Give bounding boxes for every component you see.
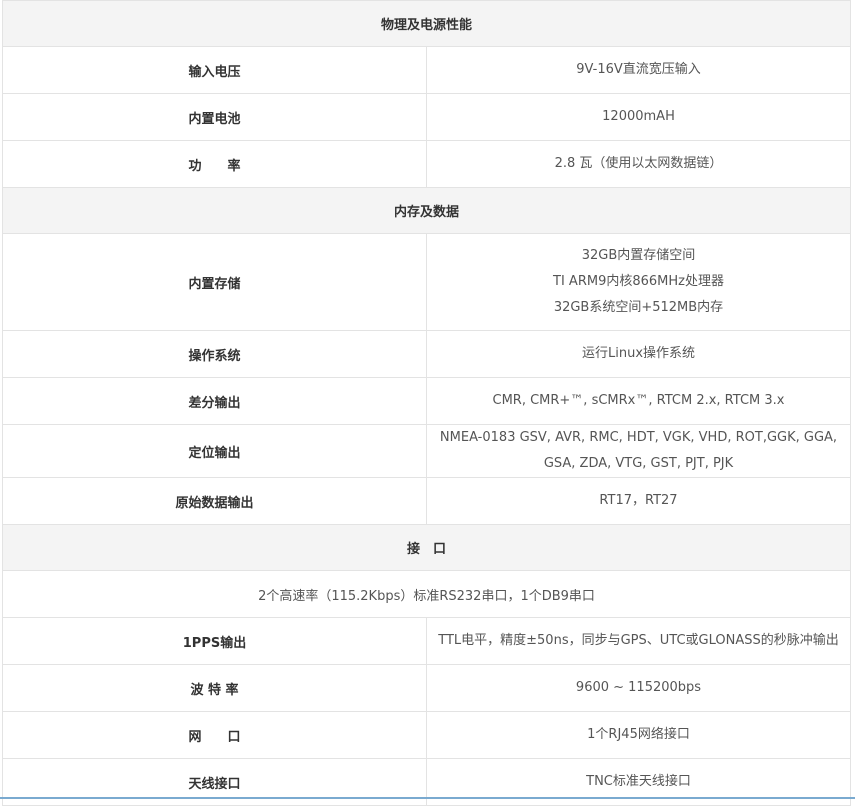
row-value-battery: 12000mAH [426, 93, 851, 141]
section-memory-data: 内存及数据 [2, 187, 851, 234]
storage-line: TI ARM9内核866MHz处理器 [553, 274, 724, 289]
storage-line: 32GB内置存储空间 [581, 248, 696, 263]
row-value-power: 2.8 瓦（使用以太网数据链） [426, 140, 851, 188]
row-label-os: 操作系统 [2, 330, 427, 378]
table-row: 输入电压 9V-16V直流宽压输入 [2, 46, 851, 94]
row-value-network: 1个RJ45网络接口 [426, 711, 851, 759]
row-value-pps: TTL电平，精度±50ns，同步与GPS、UTC或GLONASS的秒脉冲输出 [426, 617, 851, 665]
table-row: 1PPS输出 TTL电平，精度±50ns，同步与GPS、UTC或GLONASS的… [2, 617, 851, 665]
table-row: 2个高速率（115.2Kbps）标准RS232串口，1个DB9串口 [2, 570, 851, 618]
table-row: 网 口 1个RJ45网络接口 [2, 711, 851, 759]
row-value-baud: 9600 ~ 115200bps [426, 664, 851, 712]
row-label-raw-output: 原始数据输出 [2, 477, 427, 525]
row-value-raw-output: RT17，RT27 [426, 477, 851, 525]
table-row: 功 率 2.8 瓦（使用以太网数据链） [2, 140, 851, 188]
table-row: 波 特 率 9600 ~ 115200bps [2, 664, 851, 712]
row-label-battery: 内置电池 [2, 93, 427, 141]
row-label-diff-output: 差分输出 [2, 377, 427, 425]
row-label-baud: 波 特 率 [2, 664, 427, 712]
storage-line: 32GB系统空间+512MB内存 [553, 300, 724, 315]
table-row: 原始数据输出 RT17，RT27 [2, 477, 851, 525]
section-interface: 接 口 [2, 524, 851, 571]
section-physical-power: 物理及电源性能 [2, 0, 851, 47]
row-label-pps: 1PPS输出 [2, 617, 427, 665]
row-value-storage: 32GB内置存储空间 TI ARM9内核866MHz处理器 32GB系统空间+5… [426, 233, 851, 331]
row-value-os: 运行Linux操作系统 [426, 330, 851, 378]
section-row: 物理及电源性能 [2, 0, 851, 47]
table-row: 内置存储 32GB内置存储空间 TI ARM9内核866MHz处理器 32GB系… [2, 233, 851, 331]
table-row: 差分输出 CMR, CMR+™, sCMRx™, RTCM 2.x, RTCM … [2, 377, 851, 425]
row-value-serial: 2个高速率（115.2Kbps）标准RS232串口，1个DB9串口 [2, 570, 851, 618]
spec-table: 物理及电源性能 输入电压 9V-16V直流宽压输入 内置电池 12000mAH … [2, 0, 851, 806]
section-row: 内存及数据 [2, 187, 851, 234]
row-label-storage: 内置存储 [2, 233, 427, 331]
section-row: 接 口 [2, 524, 851, 571]
table-row: 定位输出 NMEA-0183 GSV, AVR, RMC, HDT, VGK, … [2, 424, 851, 478]
row-label-positioning: 定位输出 [2, 424, 427, 478]
row-value-diff-output: CMR, CMR+™, sCMRx™, RTCM 2.x, RTCM 3.x [426, 377, 851, 425]
row-label-input-voltage: 输入电压 [2, 46, 427, 94]
table-row: 操作系统 运行Linux操作系统 [2, 330, 851, 378]
row-label-power: 功 率 [2, 140, 427, 188]
table-row: 内置电池 12000mAH [2, 93, 851, 141]
row-value-input-voltage: 9V-16V直流宽压输入 [426, 46, 851, 94]
row-label-network: 网 口 [2, 711, 427, 759]
row-value-positioning: NMEA-0183 GSV, AVR, RMC, HDT, VGK, VHD, … [426, 424, 851, 478]
